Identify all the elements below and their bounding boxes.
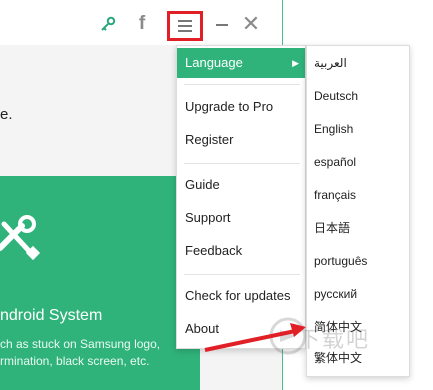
lang-item-german[interactable]: Deutsch xyxy=(307,81,409,111)
main-menu: Language ▶ Upgrade to Pro Register Guide… xyxy=(176,45,306,349)
menu-item-label: Support xyxy=(185,210,231,225)
lang-item-french[interactable]: français xyxy=(307,180,409,210)
card-title: ndroid System xyxy=(0,307,103,324)
lang-item-portuguese[interactable]: português xyxy=(307,246,409,276)
lang-item-arabic[interactable]: العربية xyxy=(307,48,409,78)
menu-item-label: Guide xyxy=(185,177,220,192)
menu-item-feedback[interactable]: Feedback xyxy=(177,236,305,266)
key-icon[interactable] xyxy=(96,12,120,36)
lang-item-english[interactable]: English xyxy=(307,114,409,144)
menu-icon[interactable] xyxy=(167,11,203,41)
minimize-icon-svg xyxy=(216,24,228,26)
menu-item-register[interactable]: Register xyxy=(177,125,305,155)
menu-item-label: About xyxy=(185,321,219,336)
card-desc-line-2: rmination, black screen, etc. xyxy=(0,354,150,368)
menu-item-label: Language xyxy=(185,55,243,70)
lang-item-traditional-chinese[interactable]: 繁体中文 xyxy=(307,343,409,373)
lang-item-spanish[interactable]: español xyxy=(307,147,409,177)
facebook-icon[interactable]: f xyxy=(130,12,154,36)
menu-divider xyxy=(184,84,300,85)
hamburger-icon xyxy=(178,20,192,32)
card-desc-line-1: ch as stuck on Samsung logo, xyxy=(0,337,161,351)
menu-item-label: Upgrade to Pro xyxy=(185,99,274,114)
menu-item-label: Register xyxy=(185,132,234,147)
chevron-right-icon: ▶ xyxy=(292,58,299,68)
menu-item-guide[interactable]: Guide xyxy=(177,170,305,200)
tools-icon xyxy=(0,215,41,261)
title-bar: f ✕ xyxy=(0,0,282,45)
menu-item-upgrade[interactable]: Upgrade to Pro xyxy=(177,92,305,122)
lang-item-japanese[interactable]: 日本語 xyxy=(307,213,409,243)
language-submenu: العربية Deutsch English español français… xyxy=(306,45,410,377)
menu-item-check-updates[interactable]: Check for updates xyxy=(177,281,305,311)
menu-divider xyxy=(184,274,300,275)
key-icon-svg xyxy=(101,16,116,31)
menu-item-label: Check for updates xyxy=(185,288,291,303)
minimize-icon[interactable] xyxy=(210,12,234,36)
menu-item-language[interactable]: Language ▶ xyxy=(177,48,305,78)
card-description: ch as stuck on Samsung logo, rmination, … xyxy=(0,336,160,370)
android-system-card[interactable]: ndroid System ch as stuck on Samsung log… xyxy=(0,176,200,390)
close-icon[interactable]: ✕ xyxy=(239,11,263,36)
lang-item-russian[interactable]: русский xyxy=(307,279,409,309)
menu-item-label: Feedback xyxy=(185,243,243,258)
menu-item-about[interactable]: About xyxy=(177,314,305,344)
menu-item-support[interactable]: Support xyxy=(177,203,305,233)
menu-divider xyxy=(184,163,300,164)
body-text-fragment: e. xyxy=(0,106,13,123)
lang-item-simplified-chinese[interactable]: 简体中文 xyxy=(307,312,409,342)
